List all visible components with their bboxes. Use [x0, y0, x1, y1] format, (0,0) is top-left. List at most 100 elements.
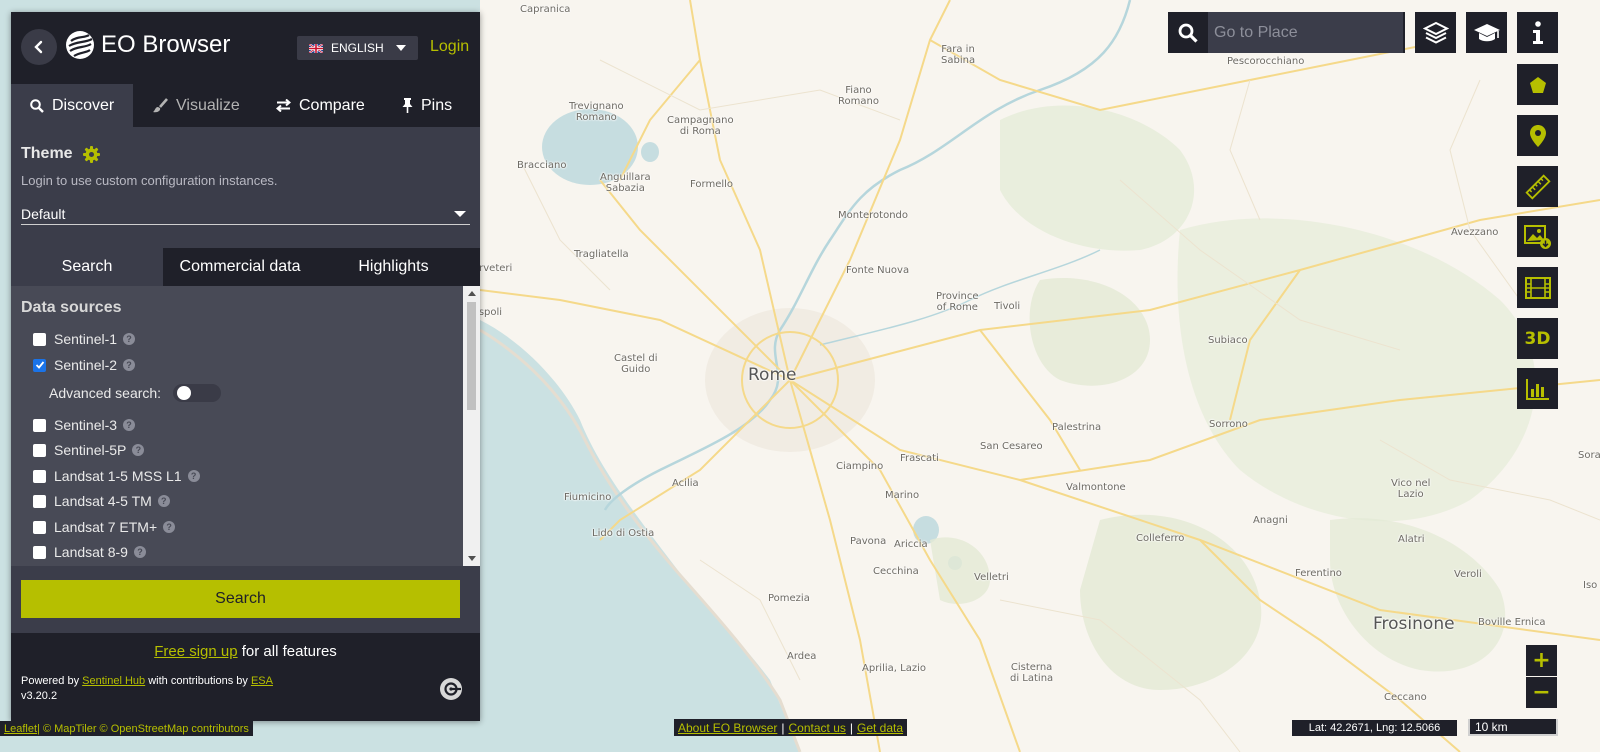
contributions-text: with contributions by	[145, 675, 251, 687]
scrollbar-thumb[interactable]	[467, 302, 476, 410]
checkbox[interactable]	[33, 469, 46, 483]
footer-links: About EO Browser | Contact us | Get data	[674, 719, 908, 736]
help-icon[interactable]: ?	[187, 470, 200, 482]
tab-pins[interactable]: Pins	[376, 84, 480, 127]
theme-heading: Theme	[21, 145, 470, 163]
checkbox[interactable]	[33, 520, 46, 534]
exchange-icon	[276, 99, 291, 112]
help-icon[interactable]: ?	[157, 495, 170, 507]
tab-discover[interactable]: Discover	[11, 84, 133, 127]
tab-visualize-label: Visualize	[176, 96, 240, 114]
scroll-up-arrow-icon[interactable]	[468, 291, 476, 296]
3d-view-button[interactable]: 3D	[1517, 318, 1558, 359]
map-label: San Cesareo	[980, 441, 1043, 452]
theme-section: Theme Login to use custom configuration …	[11, 127, 480, 248]
theme-note: Login to use custom configuration instan…	[21, 173, 278, 188]
main-tabs: Discover Visualize Compare Pins	[11, 84, 480, 127]
map-label: Pomezia	[768, 593, 810, 604]
sentinel-hub-link[interactable]: Sentinel Hub	[82, 675, 145, 687]
data-source-item[interactable]: Landsat 8-9 ?	[33, 544, 146, 560]
info-icon	[1532, 20, 1543, 44]
scrollbar[interactable]	[463, 286, 480, 566]
data-source-item[interactable]: Landsat 7 ETM+ ?	[33, 519, 176, 535]
map-marker-icon	[1529, 124, 1546, 147]
help-icon[interactable]: ?	[123, 359, 136, 371]
data-source-item[interactable]: Landsat 1-5 MSS L1 ?	[33, 468, 200, 484]
data-source-item[interactable]: Sentinel-3 ?	[33, 417, 136, 433]
zoom-out-button[interactable]: −	[1526, 677, 1557, 708]
map-label: Vico nel Lazio	[1391, 478, 1431, 500]
tab-visualize[interactable]: Visualize	[133, 84, 251, 127]
statistics-button[interactable]	[1517, 368, 1558, 409]
zoom-in-button[interactable]: +	[1526, 645, 1557, 676]
about-eo-browser-link[interactable]: About EO Browser	[678, 721, 777, 735]
cursor-coordinates: Lat: 42.2671, Lng: 12.5066	[1292, 720, 1457, 736]
info-button[interactable]	[1517, 12, 1558, 53]
map-label: Bracciano	[517, 160, 567, 171]
data-source-item[interactable]: Sentinel-2 ?	[33, 357, 136, 373]
place-search-input[interactable]	[1208, 12, 1403, 53]
layers-button[interactable]	[1415, 12, 1456, 53]
advanced-search-toggle[interactable]	[173, 384, 222, 402]
ruler-icon	[1524, 173, 1551, 200]
subtab-commercial-data[interactable]: Commercial data	[163, 248, 317, 286]
esa-link[interactable]: ESA	[251, 675, 273, 687]
place-marker-button[interactable]	[1517, 115, 1558, 156]
collapse-panel-button[interactable]	[21, 29, 57, 65]
tab-compare-label: Compare	[299, 96, 365, 114]
timelapse-button[interactable]	[1517, 267, 1558, 308]
advanced-search-row: Advanced search:	[49, 384, 222, 402]
checkbox-checked[interactable]	[33, 358, 46, 372]
search-icon	[30, 98, 44, 113]
search-button[interactable]: Search	[21, 580, 460, 618]
draw-polygon-button[interactable]	[1517, 64, 1558, 105]
sidebar-panel: EO Browser ENGLISH Login Discover Visual…	[11, 12, 480, 721]
map-label: Tragliatella	[574, 249, 629, 260]
place-search-box	[1168, 12, 1405, 53]
subtab-highlights[interactable]: Highlights	[317, 248, 470, 286]
subtab-search[interactable]: Search	[11, 248, 163, 286]
map-label: Aprilia, Lazio	[862, 663, 926, 674]
gear-icon[interactable]	[82, 145, 100, 163]
download-image-button[interactable]	[1517, 216, 1558, 257]
measure-button[interactable]	[1517, 166, 1558, 207]
contact-us-link[interactable]: Contact us	[789, 721, 846, 735]
signup-rest-text: for all features	[237, 643, 337, 660]
data-source-item[interactable]: Landsat 4-5 TM ?	[33, 493, 170, 509]
help-icon[interactable]: ?	[123, 419, 136, 431]
checkbox[interactable]	[33, 443, 46, 457]
data-source-label: Sentinel-5P	[54, 442, 127, 458]
paintbrush-icon	[153, 98, 168, 113]
map-label: Sorrono	[1209, 419, 1248, 430]
tutorial-button[interactable]	[1466, 12, 1507, 53]
help-icon[interactable]: ?	[132, 444, 145, 456]
checkbox[interactable]	[33, 545, 46, 559]
map-label: Fonte Nuova	[846, 265, 910, 276]
leaflet-link[interactable]: Leaflet	[4, 723, 37, 735]
tab-compare[interactable]: Compare	[251, 84, 376, 127]
app-title: EO Browser	[101, 31, 231, 58]
data-source-item[interactable]: Sentinel-1 ?	[33, 331, 136, 347]
uk-flag-icon	[309, 43, 323, 53]
login-link[interactable]: Login	[430, 38, 469, 56]
map-label: Pavona	[850, 536, 887, 547]
data-sources-list[interactable]: Data sources Sentinel-1 ? Sentinel-2 ? A…	[11, 286, 480, 566]
checkbox[interactable]	[33, 332, 46, 346]
map-label: Anagni	[1253, 515, 1288, 526]
free-signup-link[interactable]: Free sign up	[154, 643, 237, 660]
search-icon[interactable]	[1168, 23, 1208, 43]
map-label: Cecchina	[873, 566, 919, 577]
checkbox[interactable]	[33, 418, 46, 432]
help-icon[interactable]: ?	[163, 521, 176, 533]
scroll-down-arrow-icon[interactable]	[468, 556, 476, 561]
data-source-label: Sentinel-2	[54, 357, 118, 373]
help-icon[interactable]: ?	[123, 333, 136, 345]
data-source-item[interactable]: Sentinel-5P ?	[33, 442, 145, 458]
map-label: Valmontone	[1066, 482, 1126, 493]
map-label: Formello	[690, 179, 734, 190]
get-data-link[interactable]: Get data	[857, 721, 903, 735]
language-selector[interactable]: ENGLISH	[297, 36, 418, 60]
help-icon[interactable]: ?	[133, 546, 146, 558]
checkbox[interactable]	[33, 494, 46, 508]
theme-dropdown[interactable]: Default	[21, 203, 470, 225]
